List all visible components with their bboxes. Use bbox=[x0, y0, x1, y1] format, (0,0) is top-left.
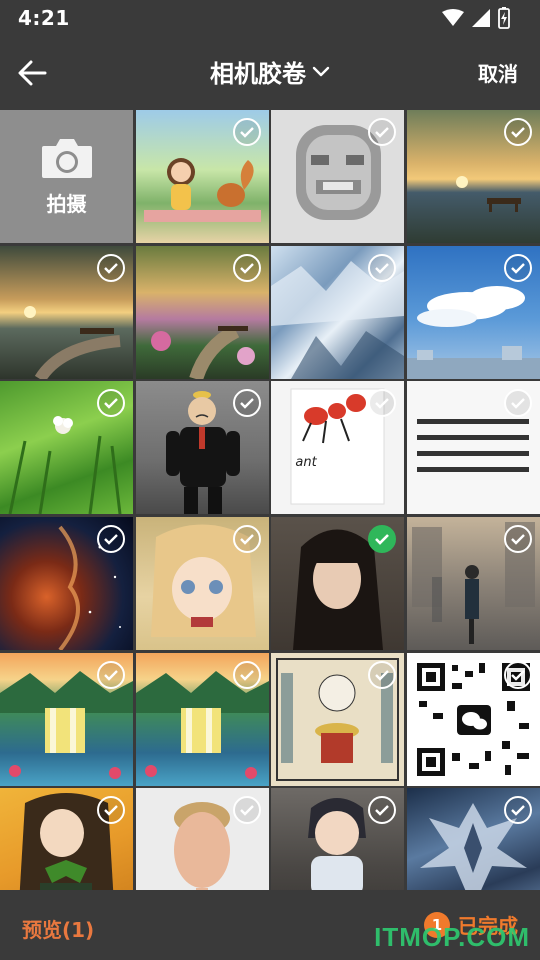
status-bar: 4:21 bbox=[0, 0, 540, 38]
photo-tile[interactable] bbox=[135, 381, 269, 515]
select-checkbox[interactable] bbox=[232, 389, 261, 418]
checkmark-icon bbox=[239, 805, 254, 817]
album-title: 相机胶卷 bbox=[210, 60, 306, 88]
select-checkbox[interactable] bbox=[504, 660, 533, 689]
photo-tile[interactable] bbox=[407, 110, 540, 243]
select-checkbox[interactable] bbox=[232, 253, 261, 282]
photo-tile[interactable] bbox=[271, 245, 405, 379]
select-checkbox[interactable] bbox=[232, 796, 261, 825]
checkmark-icon bbox=[104, 534, 118, 545]
watermark: ITMOP.COM bbox=[374, 922, 530, 952]
checkmark-icon bbox=[239, 398, 254, 410]
camera-label: 拍摄 bbox=[46, 192, 87, 216]
photo-tile[interactable] bbox=[407, 381, 540, 515]
battery-charging-icon bbox=[498, 7, 510, 29]
select-checkbox[interactable] bbox=[232, 118, 261, 146]
photo-tile[interactable]: ant bbox=[271, 381, 405, 515]
checkmark-icon bbox=[375, 262, 390, 274]
select-checkbox[interactable] bbox=[504, 525, 533, 554]
photo-tile[interactable] bbox=[407, 652, 540, 786]
photo-grid: 拍摄 ant bbox=[0, 110, 540, 890]
top-bar: 相机胶卷 取消 bbox=[0, 38, 540, 108]
checkmark-icon bbox=[104, 669, 118, 681]
album-selector[interactable]: 相机胶卷 bbox=[0, 54, 540, 89]
select-checkbox[interactable] bbox=[97, 525, 125, 554]
photo-tile[interactable] bbox=[135, 652, 269, 786]
checkmark-icon bbox=[375, 669, 390, 681]
checkmark-icon bbox=[375, 398, 390, 410]
camera-icon bbox=[41, 139, 92, 178]
photo-tile[interactable] bbox=[0, 652, 133, 786]
checkmark-icon bbox=[511, 262, 525, 274]
cancel-button[interactable]: 取消 bbox=[478, 58, 518, 87]
photo-tile[interactable] bbox=[407, 245, 540, 379]
checkmark-icon bbox=[511, 669, 525, 681]
checkmark-icon bbox=[104, 805, 118, 817]
select-checkbox[interactable] bbox=[232, 660, 261, 689]
status-icons bbox=[442, 6, 510, 30]
photo-tile[interactable] bbox=[271, 110, 405, 243]
status-time: 4:21 bbox=[18, 6, 70, 30]
select-checkbox[interactable] bbox=[368, 253, 397, 282]
select-checkbox[interactable] bbox=[504, 118, 533, 146]
photo-caption: ant bbox=[295, 455, 317, 471]
photo-tile[interactable] bbox=[0, 788, 133, 890]
checkmark-icon bbox=[239, 262, 254, 274]
chevron-down-icon bbox=[312, 66, 330, 76]
photo-tile[interactable] bbox=[135, 110, 269, 243]
checkmark-icon bbox=[239, 127, 254, 138]
preview-button[interactable]: 预览(1) bbox=[22, 914, 94, 943]
photo-tile[interactable] bbox=[135, 788, 269, 890]
select-checkbox[interactable] bbox=[97, 253, 125, 282]
select-checkbox[interactable] bbox=[368, 660, 397, 689]
checkmark-icon bbox=[511, 805, 525, 817]
checkmark-icon bbox=[104, 262, 118, 274]
bottom-bar: 预览(1) 1 已完成 ITMOP.COM bbox=[0, 890, 540, 960]
photo-tile[interactable] bbox=[271, 517, 405, 651]
select-checkbox[interactable] bbox=[232, 525, 261, 554]
checkmark-icon bbox=[104, 398, 118, 410]
photo-tile[interactable] bbox=[271, 652, 405, 786]
checkmark-icon bbox=[375, 805, 390, 817]
photo-tile[interactable] bbox=[407, 517, 540, 651]
checkmark-icon bbox=[239, 534, 254, 545]
photo-tile[interactable] bbox=[0, 517, 133, 651]
photo-tile[interactable] bbox=[135, 245, 269, 379]
checkmark-icon bbox=[375, 534, 390, 545]
checkmark-icon bbox=[511, 534, 525, 545]
photo-tile[interactable] bbox=[0, 381, 133, 515]
camera-capture-tile[interactable]: 拍摄 bbox=[0, 110, 133, 243]
checkmark-icon bbox=[511, 398, 525, 410]
photo-tile[interactable] bbox=[407, 788, 540, 890]
select-checkbox[interactable] bbox=[504, 253, 533, 282]
wifi-icon bbox=[442, 9, 464, 26]
checkmark-icon bbox=[239, 669, 254, 681]
photo-tile[interactable] bbox=[271, 788, 405, 890]
checkmark-icon bbox=[375, 127, 390, 138]
select-checkbox[interactable] bbox=[97, 660, 125, 689]
photo-tile[interactable] bbox=[135, 517, 269, 651]
signal-icon bbox=[472, 9, 490, 27]
photo-tile[interactable] bbox=[0, 245, 133, 379]
checkmark-icon bbox=[511, 127, 525, 138]
